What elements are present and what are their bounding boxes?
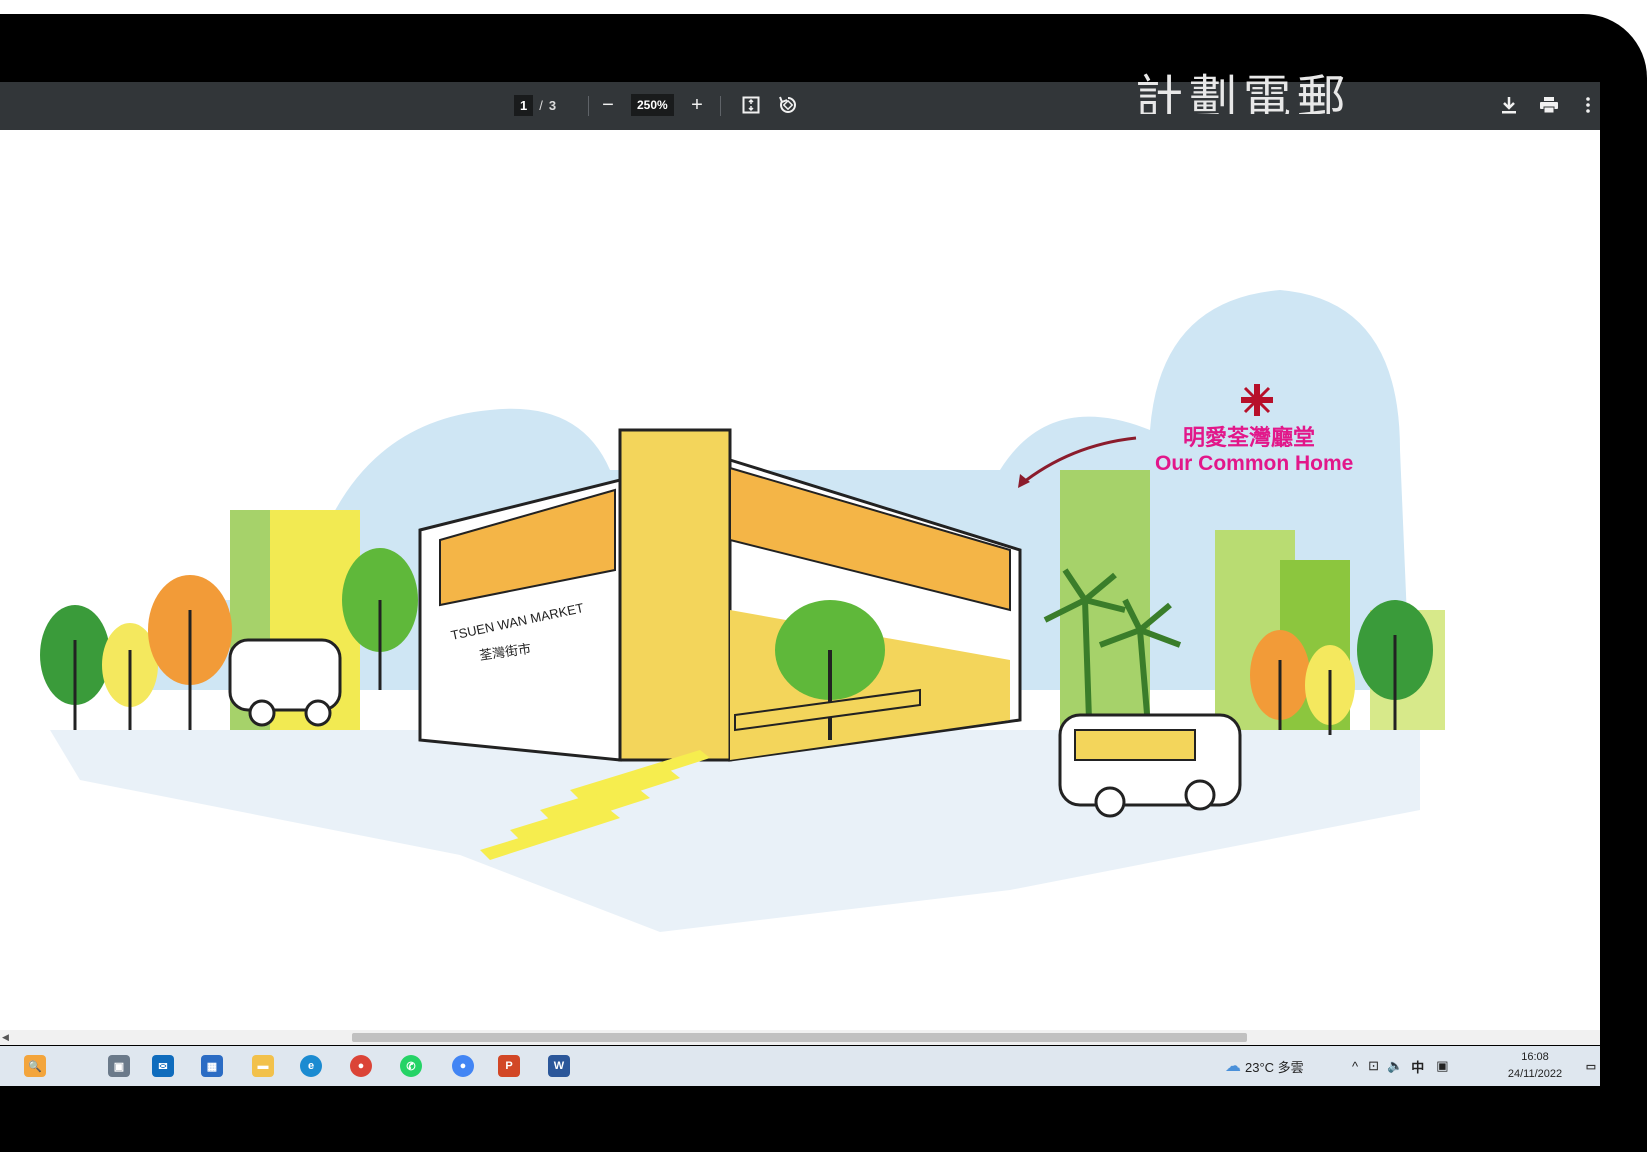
horizontal-scrollbar[interactable]: ◀ (0, 1030, 1600, 1045)
zoom-level-input[interactable]: 250% (631, 94, 674, 116)
chrome-profile-icon[interactable]: ● (452, 1055, 474, 1077)
volume-icon[interactable]: 🔈 (1387, 1058, 1403, 1074)
word-icon[interactable]: W (548, 1055, 570, 1077)
keyboard-icon[interactable]: ▣ (1436, 1058, 1448, 1074)
print-icon[interactable] (1536, 92, 1562, 118)
store-icon[interactable]: ▦ (201, 1055, 223, 1077)
clock-time: 16:08 (1521, 1051, 1549, 1063)
zoom-in-button[interactable]: + (684, 92, 710, 118)
notification-icon[interactable]: ▭ (1580, 1055, 1602, 1077)
market-illustration: TSUEN WAN MARKET 荃灣街市 明愛荃灣廳堂 Our Common … (40, 290, 1445, 932)
scroll-left-icon[interactable]: ◀ (2, 1032, 9, 1043)
system-tray: ^ ⊡ 🔈 中 ▣ (1352, 1046, 1449, 1086)
weather-text: 23°C 多雲 (1245, 1059, 1304, 1075)
current-page-input[interactable]: 1 (514, 94, 534, 116)
search-icon[interactable]: 🔍 (24, 1055, 46, 1077)
edge-icon[interactable]: e (300, 1055, 322, 1077)
scroll-thumb[interactable] (352, 1033, 1247, 1042)
document-title: 計劃電郵 (1135, 70, 1352, 114)
total-pages: 3 (548, 97, 557, 113)
rotate-icon[interactable] (775, 92, 801, 118)
page-selector: 1 / 3 (514, 94, 556, 116)
market-tower (618, 428, 732, 762)
fit-page-icon[interactable] (738, 92, 764, 118)
task-view-icon[interactable]: ▣ (108, 1055, 130, 1077)
page-separator: / (539, 97, 543, 113)
cloud-icon: ☁ (1225, 1058, 1241, 1075)
weather-widget[interactable]: ☁ 23°C 多雲 (1225, 1046, 1304, 1086)
pdf-page-viewport[interactable]: TSUEN WAN MARKET 荃灣街市 明愛荃灣廳堂 Our Common … (0, 130, 1600, 1032)
download-icon[interactable] (1496, 92, 1522, 118)
clock[interactable]: 16:08 24/11/2022 (1500, 1049, 1570, 1083)
ime-indicator[interactable]: 中 (1411, 1057, 1424, 1076)
divider (720, 96, 721, 116)
minibus (228, 638, 342, 712)
mail-icon[interactable]: ✉ (152, 1055, 174, 1077)
more-options-icon[interactable] (1580, 92, 1596, 118)
green-building-right (1060, 470, 1150, 730)
network-icon[interactable]: ⊡ (1368, 1058, 1379, 1074)
divider (588, 96, 589, 116)
file-explorer-icon[interactable]: ▬ (252, 1055, 274, 1077)
logo-english-name: Our Common Home (1155, 452, 1353, 475)
clock-date: 24/11/2022 (1507, 1068, 1563, 1080)
zoom-out-button[interactable]: − (595, 92, 621, 118)
windows-taskbar: 🔍 ▣ ✉ ▦ ▬ e ● ✆ ● P W ☁ 23°C 多雲 ^ ⊡ 🔈 中 … (0, 1046, 1600, 1086)
caritas-logo-icon (1241, 384, 1273, 416)
logo-chinese-name: 明愛荃灣廳堂 (1183, 425, 1315, 451)
chevron-up-icon[interactable]: ^ (1352, 1059, 1358, 1074)
chrome-icon[interactable]: ● (350, 1055, 372, 1077)
whatsapp-icon[interactable]: ✆ (400, 1055, 422, 1077)
powerpoint-icon[interactable]: P (498, 1055, 520, 1077)
